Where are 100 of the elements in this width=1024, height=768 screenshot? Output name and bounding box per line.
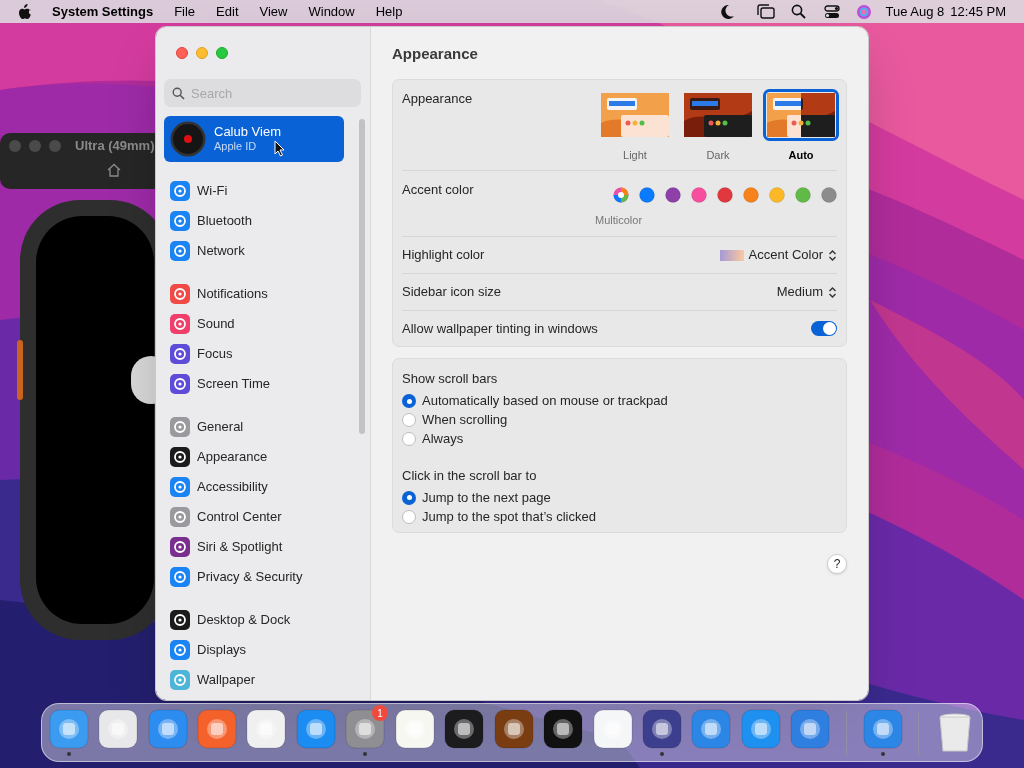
menu-item[interactable]: Window: [308, 1, 355, 22]
close-button[interactable]: [9, 140, 21, 152]
app-icon[interactable]: [394, 709, 435, 749]
search-icon: [172, 87, 185, 100]
popup-button[interactable]: Medium: [776, 282, 837, 302]
sidebar-item[interactable]: Wi-Fi: [164, 176, 344, 206]
menu-item[interactable]: View: [259, 1, 288, 22]
minimize-button[interactable]: [29, 140, 41, 152]
sidebar-label: Siri & Spotlight: [197, 538, 283, 557]
accent-swatch[interactable]: [717, 186, 733, 203]
menu-item[interactable]: Edit: [216, 1, 239, 22]
page-title: Appearance: [392, 44, 479, 63]
app-icon[interactable]: [641, 709, 682, 749]
menu-item[interactable]: Help: [375, 1, 403, 22]
sidebar-item[interactable]: Siri & Spotlight: [164, 532, 344, 562]
sidebar-item[interactable]: Screen Time: [164, 369, 344, 399]
app-icon[interactable]: [246, 709, 287, 749]
radio-button[interactable]: [402, 490, 416, 505]
help-button[interactable]: ?: [827, 554, 847, 574]
accent-caption: Multicolor: [595, 212, 643, 228]
siri-icon[interactable]: [855, 3, 872, 20]
app-icon[interactable]: [493, 709, 534, 749]
app-icon[interactable]: [444, 709, 485, 749]
accent-swatch[interactable]: [613, 186, 629, 203]
sidebar-item[interactable]: General: [164, 412, 344, 442]
close-button[interactable]: [176, 47, 188, 59]
radio-label: Always: [422, 430, 464, 449]
sidebar-label: Wallpaper: [197, 671, 256, 690]
theme-label: Dark: [706, 148, 730, 163]
accent-swatch[interactable]: [691, 186, 707, 203]
sidebar-label: Control Center: [197, 508, 282, 527]
radio-button[interactable]: [402, 509, 416, 524]
sidebar-item[interactable]: Privacy & Security: [164, 562, 344, 592]
cursor-icon: [274, 140, 285, 157]
theme-label: Auto: [788, 148, 814, 163]
zoom-button[interactable]: [49, 140, 61, 152]
trash-icon[interactable]: [939, 712, 972, 753]
sidebar-label: Sound: [197, 315, 235, 334]
theme-label: Light: [623, 148, 647, 163]
sidebar-item[interactable]: Network: [164, 236, 344, 266]
gradient-swatch-icon: [719, 249, 744, 261]
home-icon[interactable]: [107, 163, 121, 177]
sidebar-label: Bluetooth: [197, 212, 252, 231]
zoom-button[interactable]: [216, 47, 228, 59]
moon-icon[interactable]: [718, 3, 735, 20]
window-title: Ultra (49mm): [75, 137, 155, 156]
menu-item[interactable]: File: [174, 1, 196, 22]
app-icon[interactable]: [543, 709, 584, 749]
toggle-switch[interactable]: [811, 321, 837, 336]
radio-button[interactable]: [402, 413, 416, 427]
radio-label: Automatically based on mouse or trackpad: [422, 392, 668, 411]
sidebar-item[interactable]: Displays: [164, 635, 344, 665]
menu-bar-time[interactable]: 12:45 PM: [950, 1, 1006, 22]
radio-button[interactable]: [402, 432, 416, 446]
sidebar-item[interactable]: Bluetooth: [164, 206, 344, 236]
account-item[interactable]: Calub Viem Apple ID: [164, 116, 344, 162]
sidebar-label: Desktop & Dock: [197, 611, 291, 630]
sidebar-label: General: [197, 418, 244, 437]
accent-swatch[interactable]: [821, 186, 837, 203]
sidebar-label: Notifications: [197, 285, 268, 304]
accent-swatch[interactable]: [639, 186, 655, 203]
control-center-icon[interactable]: [823, 4, 840, 19]
accent-swatch[interactable]: [743, 186, 759, 203]
sidebar-item[interactable]: Notifications: [164, 279, 344, 309]
radio-button[interactable]: [402, 394, 416, 408]
account-name: Calub Viem: [214, 124, 281, 139]
popup-button[interactable]: Accent Color: [719, 245, 837, 265]
chevron-icon: [828, 285, 837, 299]
app-icon[interactable]: [592, 709, 633, 749]
avatar-icon: [170, 121, 206, 157]
windows-icon[interactable]: [756, 4, 775, 19]
group-label: Show scroll bars: [402, 370, 499, 388]
scrollbar-thumb[interactable]: [359, 119, 365, 434]
sidebar-label: Appearance: [197, 448, 268, 467]
apple-logo-icon[interactable]: [18, 3, 32, 20]
radio-label: Jump to the spot that’s clicked: [422, 507, 596, 526]
app-icon[interactable]: [98, 709, 139, 749]
row-label: Sidebar icon size: [402, 283, 501, 302]
theme-option[interactable]: [763, 89, 839, 141]
sidebar-item[interactable]: Accessibility: [164, 472, 344, 502]
accent-swatch[interactable]: [769, 186, 785, 203]
accent-swatch[interactable]: [665, 186, 681, 203]
sidebar-item[interactable]: Focus: [164, 339, 344, 369]
accent-swatch[interactable]: [795, 186, 811, 203]
sidebar-item[interactable]: Appearance: [164, 442, 344, 472]
app-menu[interactable]: System Settings: [52, 1, 154, 22]
sidebar-item[interactable]: Wallpaper: [164, 665, 344, 695]
sidebar-item[interactable]: Desktop & Dock: [164, 605, 344, 635]
group-label: Click in the scroll bar to: [402, 466, 538, 485]
sidebar-label: Accessibility: [197, 478, 268, 497]
row-label: Accent color: [402, 180, 474, 199]
sidebar-item[interactable]: Sound: [164, 309, 344, 339]
sidebar-item[interactable]: Control Center: [164, 502, 344, 532]
minimize-button[interactable]: [196, 47, 208, 59]
row-label: Allow wallpaper tinting in windows: [402, 319, 598, 338]
search-icon[interactable]: [790, 4, 806, 19]
menu-bar-date[interactable]: Tue Aug 8: [885, 1, 945, 22]
sidebar-label: Screen Time: [197, 375, 270, 394]
row-label: Highlight color: [402, 246, 485, 265]
sidebar-label: Network: [197, 242, 245, 261]
